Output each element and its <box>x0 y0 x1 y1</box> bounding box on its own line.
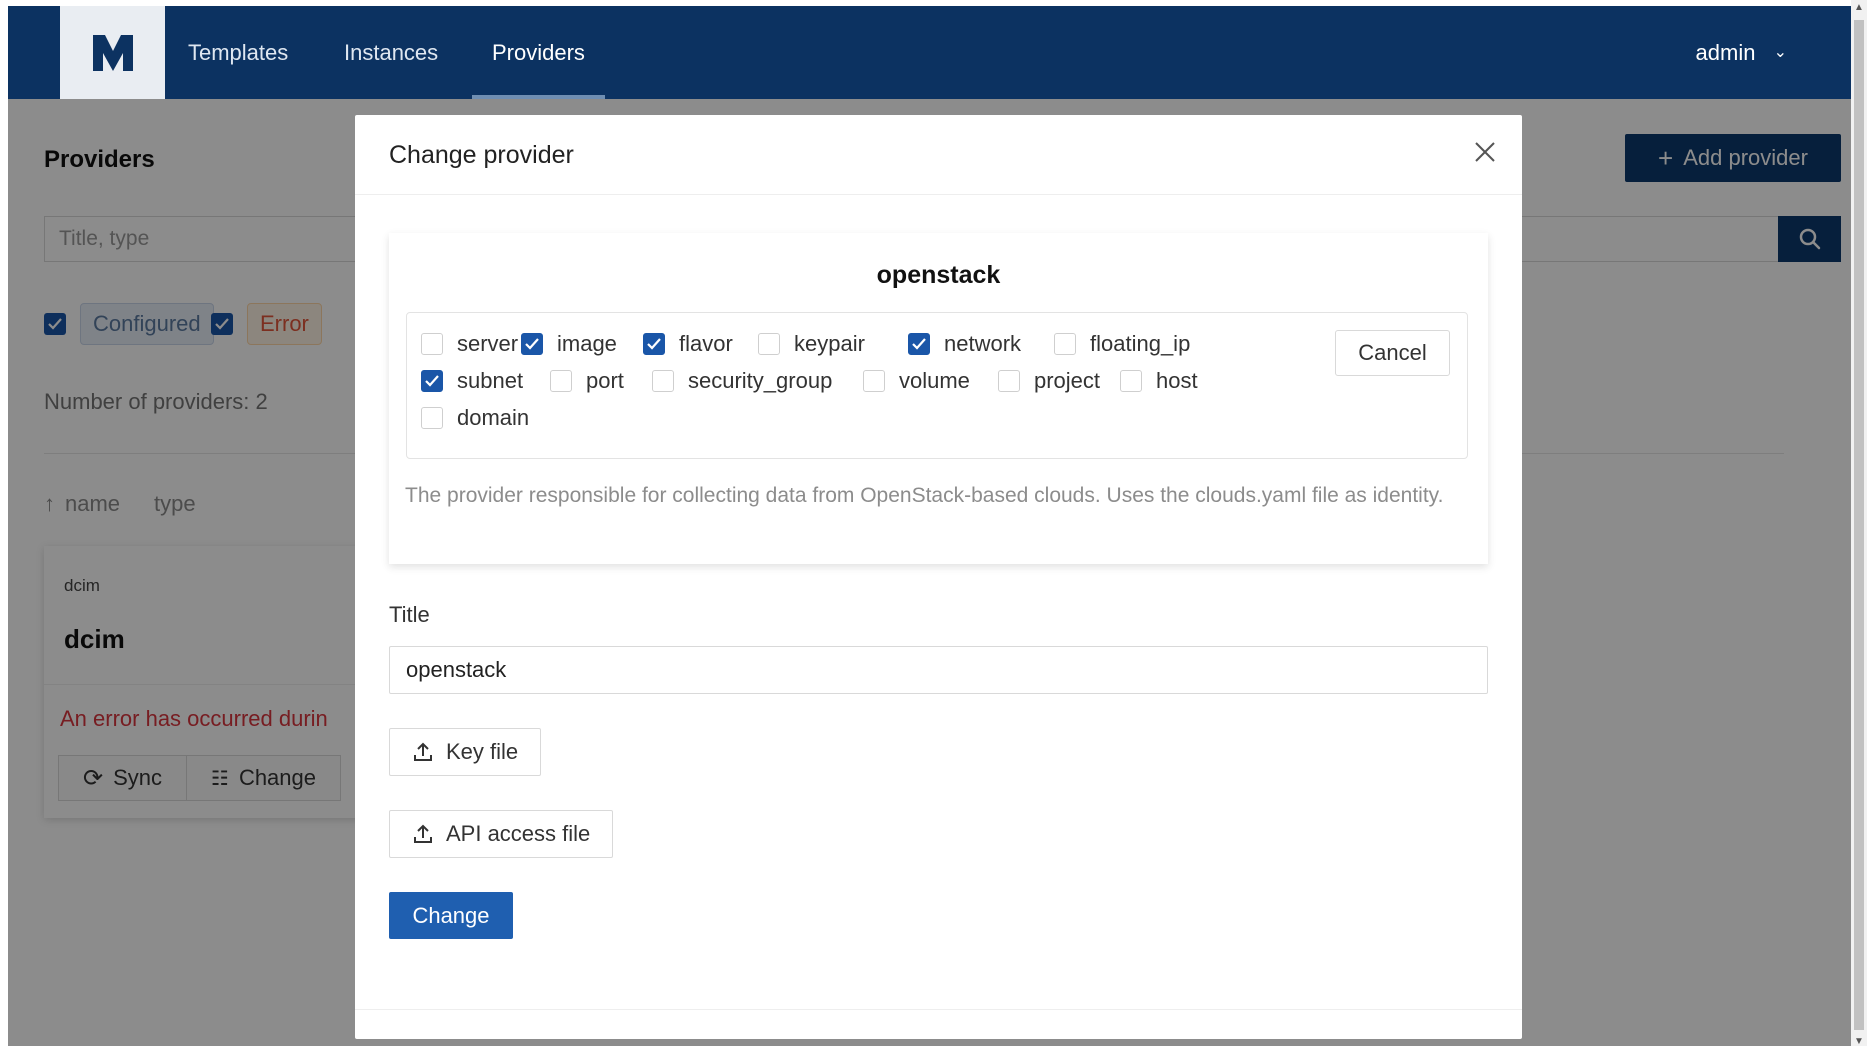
app-root: Templates Instances Providers admin ⌄ Pr… <box>8 6 1851 1046</box>
upload-icon <box>414 742 432 761</box>
checkbox-label: domain <box>457 405 530 430</box>
close-button[interactable] <box>1470 137 1500 167</box>
checkbox-label: port <box>586 368 624 393</box>
checkbox-label: security_group <box>688 368 833 393</box>
provider-info-card: openstack server image flavor keypair ne… <box>389 233 1488 564</box>
checkbox-label: network <box>944 331 1022 356</box>
checkbox-square <box>521 333 543 355</box>
checkbox-label: volume <box>899 368 970 393</box>
checkbox-square <box>421 407 443 429</box>
modal-header: Change provider <box>355 115 1522 195</box>
provider-description: The provider responsible for collecting … <box>405 484 1444 507</box>
upload-icon <box>414 824 432 843</box>
checkbox-label: image <box>557 331 617 356</box>
title-field-label: Title <box>389 602 430 627</box>
modal-footer-divider <box>355 1009 1522 1010</box>
checkbox-flavor[interactable]: flavor <box>643 329 733 359</box>
checkbox-square <box>421 333 443 355</box>
app-logo[interactable] <box>60 6 165 99</box>
nav-instances[interactable]: Instances <box>344 6 438 99</box>
window-left-edge <box>0 0 8 1051</box>
key-file-upload-button[interactable]: Key file <box>389 728 542 776</box>
checkbox-port[interactable]: port <box>550 366 624 396</box>
api-access-file-upload-button[interactable]: API access file <box>389 810 614 858</box>
user-name: admin <box>1695 40 1756 65</box>
checkbox-label: subnet <box>457 368 524 393</box>
checkbox-keypair[interactable]: keypair <box>758 329 865 359</box>
nav-providers[interactable]: Providers <box>472 6 605 99</box>
provider-name: openstack <box>876 261 1001 289</box>
checkbox-volume[interactable]: volume <box>863 366 970 396</box>
user-menu[interactable]: admin ⌄ <box>1696 6 1787 99</box>
checkbox-square <box>1120 370 1142 392</box>
checkbox-network[interactable]: network <box>908 329 1021 359</box>
scrollbar-thumb[interactable] <box>1854 20 1864 1030</box>
checkbox-server[interactable]: server <box>421 329 518 359</box>
checkbox-project[interactable]: project <box>998 366 1100 396</box>
scroll-up-arrow-icon[interactable]: ▲ <box>1853 2 1865 14</box>
modal-title: Change provider <box>389 141 574 169</box>
checkbox-label: project <box>1034 368 1101 393</box>
resource-checkboxes: server image flavor keypair network floa… <box>406 312 1468 459</box>
checkbox-square <box>643 333 665 355</box>
check-icon <box>647 338 661 350</box>
logo-m-icon <box>92 34 133 71</box>
api-access-file-label: API access file <box>446 821 591 846</box>
chevron-down-icon: ⌄ <box>1773 44 1787 61</box>
title-input[interactable]: openstack <box>389 646 1488 694</box>
checkbox-floating-ip[interactable]: floating_ip <box>1054 329 1190 359</box>
checkbox-square <box>1054 333 1076 355</box>
check-icon <box>525 338 539 350</box>
cancel-button[interactable]: Cancel <box>1335 330 1450 376</box>
checkbox-square <box>998 370 1020 392</box>
checkbox-host[interactable]: host <box>1120 366 1198 396</box>
window-bottom-edge <box>0 1046 1867 1051</box>
checkbox-image[interactable]: image <box>521 329 617 359</box>
checkbox-square <box>550 370 572 392</box>
checkbox-label: host <box>1156 368 1198 393</box>
nav-templates[interactable]: Templates <box>188 6 288 99</box>
checkbox-square <box>652 370 674 392</box>
checkbox-label: floating_ip <box>1090 331 1191 356</box>
checkbox-square <box>758 333 780 355</box>
vertical-scrollbar[interactable]: ▲ ▼ <box>1851 0 1867 1051</box>
checkbox-label: server <box>457 331 519 356</box>
checkbox-square <box>908 333 930 355</box>
checkbox-security-group[interactable]: security_group <box>652 366 832 396</box>
change-provider-modal: Change provider openstack server image f… <box>355 115 1522 1039</box>
checkbox-subnet[interactable]: subnet <box>421 366 523 396</box>
close-icon <box>1475 142 1495 162</box>
check-icon <box>425 375 439 387</box>
checkbox-square <box>421 370 443 392</box>
key-file-label: Key file <box>446 739 519 764</box>
change-submit-button[interactable]: Change <box>389 892 513 939</box>
checkbox-label: flavor <box>679 331 733 356</box>
checkbox-domain[interactable]: domain <box>421 403 529 433</box>
checkbox-square <box>863 370 885 392</box>
check-icon <box>912 338 926 350</box>
checkbox-label: keypair <box>794 331 865 356</box>
top-navbar: Templates Instances Providers admin ⌄ <box>8 6 1851 99</box>
